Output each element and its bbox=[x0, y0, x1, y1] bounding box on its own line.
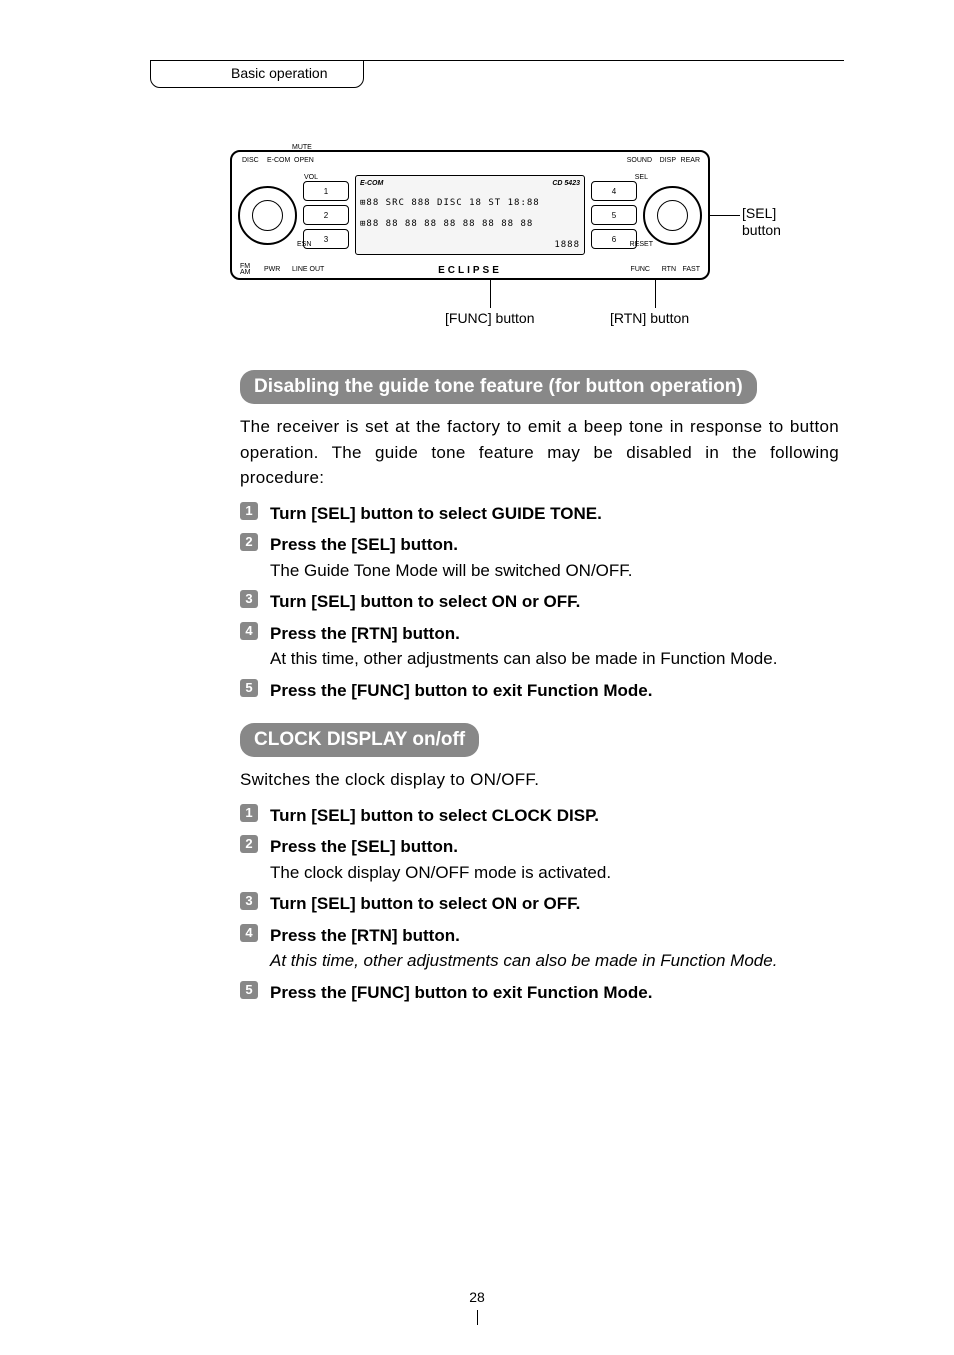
page-number: 28 bbox=[469, 1289, 485, 1305]
step-item: Turn [SEL] button to select GUIDE TONE. bbox=[240, 501, 839, 527]
label-sel: SEL bbox=[635, 174, 648, 181]
label-pwr: PWR bbox=[264, 266, 280, 273]
preset-button-1: 1 bbox=[303, 181, 349, 201]
step-head: Press the [RTN] button. bbox=[270, 926, 460, 945]
page-number-rule bbox=[477, 1310, 478, 1325]
preset-left-column: 1 2 3 bbox=[303, 181, 349, 249]
preset-right-column: 4 5 6 bbox=[591, 181, 637, 249]
device-illustration: MUTE DISC E-COM OPEN VOL ESN FM AM PWR L… bbox=[230, 150, 850, 280]
step-item: Turn [SEL] button to select CLOCK DISP. bbox=[240, 803, 839, 829]
step-head: Press the [FUNC] button to exit Function… bbox=[270, 681, 652, 700]
segment-row-3: 1888 bbox=[360, 240, 580, 250]
step-head: Press the [RTN] button. bbox=[270, 624, 460, 643]
steps-guide-tone: Turn [SEL] button to select GUIDE TONE. … bbox=[240, 501, 839, 704]
step-head: Turn [SEL] button to select CLOCK DISP. bbox=[270, 806, 599, 825]
brand-label: ECLIPSE bbox=[438, 265, 502, 276]
label-esn: ESN bbox=[297, 241, 311, 248]
lead-line-sel bbox=[710, 215, 740, 216]
section-title-clock: CLOCK DISPLAY on/off bbox=[240, 723, 479, 757]
step-item: Press the [FUNC] button to exit Function… bbox=[240, 678, 839, 704]
step-item: Press the [FUNC] button to exit Function… bbox=[240, 980, 839, 1006]
step-item: Turn [SEL] button to select ON or OFF. bbox=[240, 589, 839, 615]
step-item: Press the [SEL] button. The clock displa… bbox=[240, 834, 839, 885]
callout-rtn: [RTN] button bbox=[610, 310, 689, 327]
label-disp: DISP bbox=[660, 157, 676, 164]
step-head: Turn [SEL] button to select ON or OFF. bbox=[270, 894, 580, 913]
label-sound: SOUND bbox=[627, 157, 652, 164]
label-am: AM bbox=[240, 269, 251, 276]
lead-line-rtn bbox=[655, 278, 656, 308]
label-disc: DISC bbox=[242, 157, 259, 164]
step-body: The clock display ON/OFF mode is activat… bbox=[270, 860, 839, 886]
callout-sel: [SEL] button bbox=[742, 205, 781, 239]
step-body: At this time, other adjustments can also… bbox=[270, 646, 839, 672]
step-item: Press the [SEL] button. The Guide Tone M… bbox=[240, 532, 839, 583]
section-header: Basic operation bbox=[150, 60, 364, 88]
label-vol: VOL bbox=[304, 174, 318, 181]
model-label: CD 5423 bbox=[552, 180, 580, 187]
intro-clock: Switches the clock display to ON/OFF. bbox=[240, 767, 839, 793]
section-title-guide-tone: Disabling the guide tone feature (for bu… bbox=[240, 370, 757, 404]
preset-button-5: 5 bbox=[591, 205, 637, 225]
lcd-display-icon: E-COM CD 5423 ⊞88 SRC 888 DISC 18 ST 18:… bbox=[355, 175, 585, 255]
intro-guide-tone: The receiver is set at the factory to em… bbox=[240, 414, 839, 491]
step-body: The Guide Tone Mode will be switched ON/… bbox=[270, 558, 839, 584]
label-fast: FAST bbox=[682, 266, 700, 273]
label-func: FUNC bbox=[631, 266, 650, 273]
label-open: OPEN bbox=[294, 157, 314, 164]
label-lineout: LINE OUT bbox=[292, 266, 324, 273]
label-rtn: RTN bbox=[662, 266, 676, 273]
step-head: Turn [SEL] button to select GUIDE TONE. bbox=[270, 504, 602, 523]
label-rear: REAR bbox=[681, 157, 700, 164]
step-item: Turn [SEL] button to select ON or OFF. bbox=[240, 891, 839, 917]
segment-row-2: ⊞88 88 88 88 88 88 88 88 88 bbox=[360, 219, 580, 229]
segment-row-1: ⊞88 SRC 888 DISC 18 ST 18:88 bbox=[360, 198, 580, 208]
steps-clock: Turn [SEL] button to select CLOCK DISP. … bbox=[240, 803, 839, 1006]
label-ecom: E-COM bbox=[267, 157, 290, 164]
step-head: Press the [SEL] button. bbox=[270, 837, 458, 856]
step-item: Press the [RTN] button. At this time, ot… bbox=[240, 923, 839, 974]
brand-top: E-COM bbox=[360, 180, 383, 187]
sel-knob-icon bbox=[643, 186, 702, 245]
step-head: Press the [FUNC] button to exit Function… bbox=[270, 983, 652, 1002]
volume-knob-icon bbox=[238, 186, 297, 245]
lead-line-func bbox=[490, 278, 491, 308]
label-mute: MUTE bbox=[292, 144, 312, 151]
preset-button-4: 4 bbox=[591, 181, 637, 201]
preset-button-2: 2 bbox=[303, 205, 349, 225]
step-body: At this time, other adjustments can also… bbox=[270, 948, 839, 974]
step-head: Press the [SEL] button. bbox=[270, 535, 458, 554]
step-item: Press the [RTN] button. At this time, ot… bbox=[240, 621, 839, 672]
callout-func: [FUNC] button bbox=[445, 310, 534, 327]
label-reset: RESET bbox=[630, 241, 653, 248]
step-head: Turn [SEL] button to select ON or OFF. bbox=[270, 592, 580, 611]
